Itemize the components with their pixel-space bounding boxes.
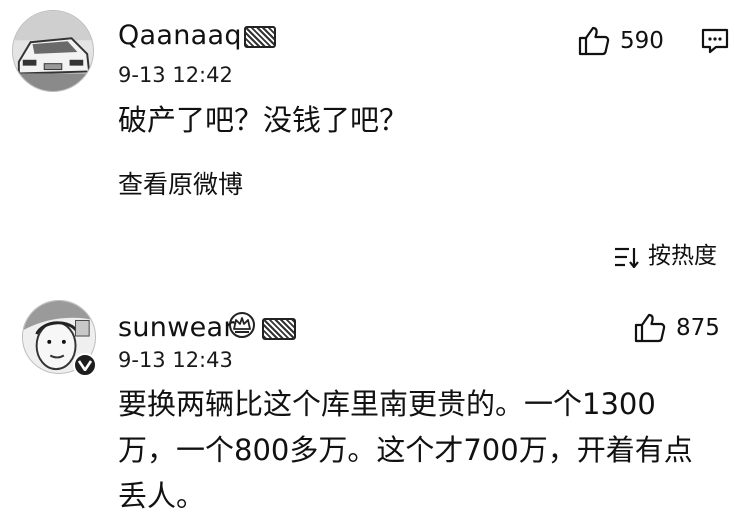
member-badge-icon [262, 318, 296, 340]
sort-icon [615, 247, 639, 268]
like-count: 590 [620, 27, 664, 54]
timestamp: 9-13 12:42 [118, 63, 233, 87]
comment-text-line: 万，一个800多万。这个才700万，开着有点 [118, 433, 693, 467]
sort-label: 按热度 [648, 243, 717, 269]
reply-button[interactable] [701, 28, 729, 58]
like-button[interactable]: 590 [578, 26, 664, 56]
username[interactable]: sunwear [118, 314, 235, 341]
thumbs-up-icon [578, 26, 610, 56]
sort-by-heat-button[interactable]: 按热度 [614, 245, 717, 268]
comment-text-line: 要换两辆比这个库里南更贵的。一个1300 [118, 387, 656, 421]
like-button[interactable]: 875 [634, 313, 720, 343]
avatar-car-image [13, 11, 93, 91]
comment-text-line: 丢人。 [118, 479, 206, 513]
username[interactable]: Qaanaaq [118, 22, 242, 49]
crown-icon [228, 311, 256, 343]
view-original-link[interactable]: 查看原微博 [118, 172, 243, 197]
avatar[interactable] [12, 10, 94, 92]
comment-icon [701, 28, 729, 54]
like-count: 875 [676, 314, 720, 341]
comment-text: 破产了吧？没钱了吧？ [118, 103, 409, 137]
verified-badge-icon [73, 353, 97, 377]
timestamp: 9-13 12:43 [118, 348, 233, 372]
member-badge-icon [244, 26, 276, 48]
thumbs-up-icon [634, 313, 666, 343]
